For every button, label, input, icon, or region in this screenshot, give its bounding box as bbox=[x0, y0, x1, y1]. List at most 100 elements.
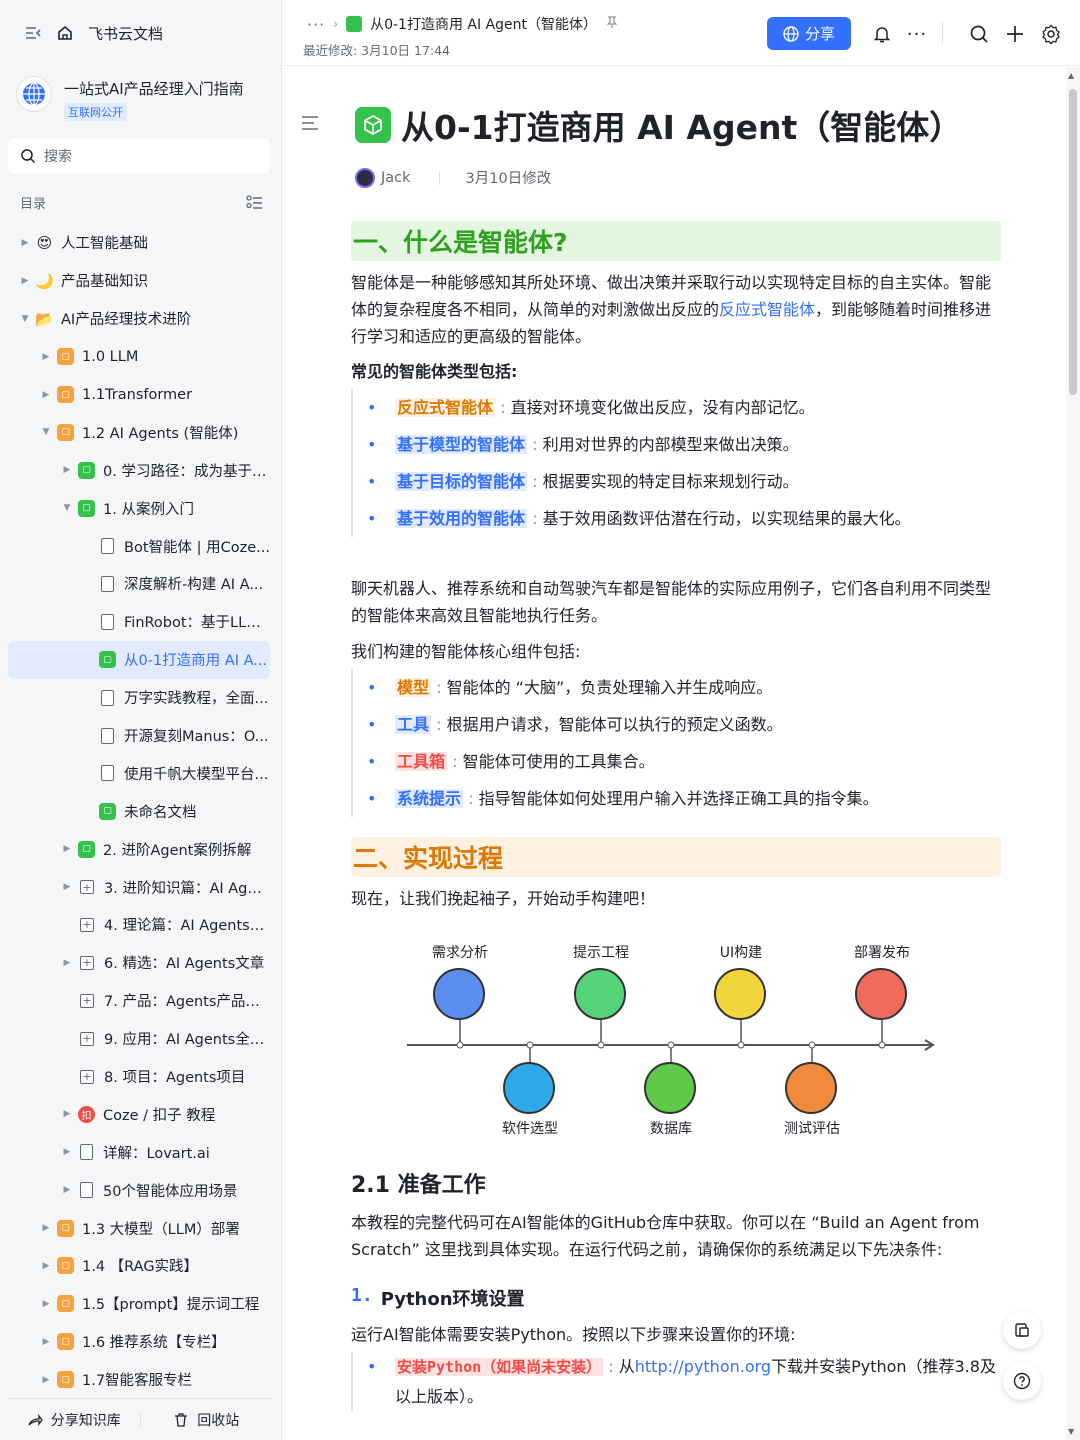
tree-item[interactable]: 万字实践教程，全面... bbox=[8, 679, 270, 717]
caret-right-icon[interactable]: ▶ bbox=[60, 1147, 74, 1157]
tree-item[interactable]: ▶ ▢ 1.1Transformer bbox=[8, 376, 270, 414]
caret-right-icon[interactable]: ▶ bbox=[39, 1299, 53, 1309]
sidebar: 飞书云文档 一站式AI产品经理入门指南 互联网公开 搜索 目录 ▶ 😍 人工智能基础… bbox=[0, 0, 282, 1440]
tree-item[interactable]: ▶ 扣 Coze / 扣子 教程 bbox=[8, 1095, 270, 1133]
scroll-down-icon[interactable]: ▼ bbox=[1068, 1427, 1074, 1436]
tree-item[interactable]: ▶ 🌙 产品基础知识 bbox=[8, 262, 270, 300]
caret-right-icon[interactable]: ▶ bbox=[39, 352, 53, 362]
scrollbar[interactable]: ▲ ▼ bbox=[1066, 67, 1080, 1440]
toc-view-icon[interactable] bbox=[246, 194, 264, 211]
caret-down-icon[interactable]: ▼ bbox=[60, 503, 74, 513]
tree-item[interactable]: ▢ 未命名文档 bbox=[8, 792, 270, 830]
cube-icon bbox=[355, 107, 391, 143]
caret-right-icon[interactable]: ▶ bbox=[60, 1109, 74, 1119]
tree-item[interactable]: +8. 项目：Agents项目 bbox=[8, 1058, 270, 1096]
tree-item[interactable]: ▶ ▢ 1.0 LLM bbox=[8, 338, 270, 376]
doc-content: 从0-1打造商用 AI Agent（智能体） Jack 3月10日修改 一、什么… bbox=[283, 67, 1080, 1440]
tree-item[interactable]: 深度解析-构建 AI A... bbox=[8, 565, 270, 603]
search-icon[interactable] bbox=[967, 22, 991, 46]
tree-item[interactable]: ▶ ▢ 1.6 推荐系统【专栏】 bbox=[8, 1323, 270, 1361]
caret-right-icon[interactable]: ▶ bbox=[60, 1185, 74, 1195]
list-item-term: 工具 bbox=[395, 715, 432, 734]
bullet: • bbox=[367, 509, 377, 528]
home-icon[interactable] bbox=[56, 24, 74, 42]
tree-item[interactable]: ▶ ▢ 1.4 【RAG实践】 bbox=[8, 1247, 270, 1285]
tree-item-label: Bot智能体 | 用Coze... bbox=[124, 539, 270, 556]
list-item: • 基于目标的智能体 : 根据要实现的特定目标来规划行动。 bbox=[367, 463, 1001, 500]
tree-item[interactable]: ▢ 从0-1打造商用 AI A... bbox=[8, 640, 270, 679]
orange-doc-icon: ▢ bbox=[57, 1257, 74, 1275]
caret-right-icon[interactable]: ▶ bbox=[18, 276, 32, 286]
caret-right-icon[interactable]: ▶ bbox=[39, 1261, 53, 1271]
tree-item[interactable]: ▶ ▢ 1.7智能客服专栏 bbox=[8, 1361, 270, 1399]
caret-right-icon[interactable]: ▶ bbox=[60, 882, 74, 892]
tree-item[interactable]: Bot智能体 | 用Coze... bbox=[8, 527, 270, 565]
author-name[interactable]: Jack bbox=[381, 170, 411, 186]
tree-item[interactable]: ▶ 😍 人工智能基础 bbox=[8, 224, 270, 262]
scroll-up-icon[interactable]: ▲ bbox=[1068, 71, 1074, 80]
caret-down-icon[interactable]: ▼ bbox=[39, 427, 53, 437]
share-button[interactable]: 分享 bbox=[767, 17, 851, 50]
tree-item[interactable]: +4. 理论篇：AI Agents理... bbox=[8, 906, 270, 944]
search-input[interactable]: 搜索 bbox=[8, 138, 270, 174]
collapse-sidebar-icon[interactable] bbox=[24, 24, 42, 42]
doc-icon bbox=[101, 613, 114, 630]
tree-item[interactable]: 使用千帆大模型平台... bbox=[8, 754, 270, 792]
caret-right-icon[interactable]: ▶ bbox=[60, 465, 74, 475]
tree-item-label: 3. 进阶知识篇：AI Agen... bbox=[104, 880, 270, 897]
tree-item[interactable]: ▶ ▢ 2. 进阶Agent案例拆解 bbox=[8, 830, 270, 868]
tree-item[interactable]: ▶ ▢ 1.3 大模型（LLM）部署 bbox=[8, 1209, 270, 1247]
tree-item[interactable]: +9. 应用：AI Agents全景图 bbox=[8, 1020, 270, 1058]
caret-right-icon[interactable]: ▶ bbox=[39, 1375, 53, 1385]
list-item-desc: 利用对世界的内部模型来做出决策。 bbox=[542, 435, 799, 454]
bell-icon[interactable] bbox=[870, 22, 894, 46]
paragraph-python: 运行AI智能体需要安装Python。按照以下步骤来设置你的环境: bbox=[351, 1325, 796, 1344]
scrollbar-thumb[interactable] bbox=[1069, 89, 1077, 395]
colon: : bbox=[431, 715, 447, 734]
caret-down-icon[interactable]: ▼ bbox=[18, 314, 32, 324]
more-breadcrumb-icon[interactable]: ··· bbox=[307, 15, 325, 34]
tree-item[interactable]: +7. 产品：Agents产品分析 bbox=[8, 982, 270, 1020]
caret-right-icon[interactable]: ▶ bbox=[60, 844, 74, 854]
tree-item[interactable]: ▶ +3. 进阶知识篇：AI Agen... bbox=[8, 868, 270, 906]
more-icon[interactable]: ··· bbox=[905, 22, 929, 46]
stage-label: 部署发布 bbox=[854, 945, 910, 961]
breadcrumb-title[interactable]: 从0-1打造商用 AI Agent（智能体） bbox=[370, 14, 597, 34]
types-title: 常见的智能体类型包括: bbox=[351, 362, 518, 381]
tree-item[interactable]: ▶ ▢ 1.5【prompt】提示词工程 bbox=[8, 1285, 270, 1323]
app-title[interactable]: 飞书云文档 bbox=[88, 23, 163, 44]
tree-item[interactable]: ▶ 详解：Lovart.ai bbox=[8, 1133, 270, 1171]
tree-item[interactable]: ▼ ▢ 1.2 AI Agents (智能体) bbox=[8, 413, 270, 451]
share-kb-button[interactable]: 分享知识库 bbox=[8, 1410, 140, 1430]
outline-toggle-icon[interactable] bbox=[301, 115, 319, 135]
trash-button[interactable]: 回收站 bbox=[141, 1410, 273, 1430]
pin-icon[interactable] bbox=[605, 15, 619, 33]
reactive-agent-link[interactable]: 反应式智能体 bbox=[719, 300, 815, 319]
tree-item[interactable]: ▶ ▢ 0. 学习路径：成为基于A... bbox=[8, 451, 270, 489]
tree-item-label: AI产品经理技术进阶 bbox=[61, 312, 192, 329]
caret-right-icon[interactable]: ▶ bbox=[18, 238, 32, 248]
timeline-node bbox=[456, 1041, 464, 1049]
caret-right-icon[interactable]: ▶ bbox=[39, 1337, 53, 1347]
colon: : bbox=[447, 752, 463, 771]
doc-tree: ▶ 😍 人工智能基础 ▶ 🌙 产品基础知识 ▼ 📂 AI产品经理技术进阶 ▶ ▢ 1.0 LLM ▶ ▢ 1… bbox=[8, 224, 270, 1399]
tree-item[interactable]: ▼ 📂 AI产品经理技术进阶 bbox=[8, 300, 270, 338]
python-link[interactable]: http://python.org bbox=[635, 1357, 771, 1376]
tree-item[interactable]: ▶ 50个智能体应用场景 bbox=[8, 1171, 270, 1209]
avatar[interactable] bbox=[355, 167, 375, 188]
heading-2-1: 2.1 准备工作 bbox=[351, 1173, 486, 1198]
caret-right-icon[interactable]: ▶ bbox=[39, 390, 53, 400]
tree-item[interactable]: ▶ +6. 精选：AI Agents文章 bbox=[8, 944, 270, 982]
copy-icon[interactable] bbox=[1003, 1311, 1041, 1349]
help-icon[interactable] bbox=[1003, 1362, 1041, 1400]
breadcrumb: ··· › 从0-1打造商用 AI Agent（智能体） bbox=[307, 14, 619, 34]
tree-item-label: 详解：Lovart.ai bbox=[103, 1145, 210, 1162]
tree-item[interactable]: 开源复刻Manus：O... bbox=[8, 717, 270, 755]
caret-right-icon[interactable]: ▶ bbox=[60, 958, 74, 968]
tree-item[interactable]: FinRobot：基于LLM... bbox=[8, 603, 270, 641]
caret-right-icon[interactable]: ▶ bbox=[39, 1223, 53, 1233]
add-icon[interactable] bbox=[1003, 22, 1027, 46]
tree-item[interactable]: ▼ ▢ 1. 从案例入门 bbox=[8, 489, 270, 527]
settings-icon[interactable] bbox=[1039, 22, 1063, 46]
knowledge-base-header[interactable]: 一站式AI产品经理入门指南 互联网公开 bbox=[16, 76, 244, 121]
